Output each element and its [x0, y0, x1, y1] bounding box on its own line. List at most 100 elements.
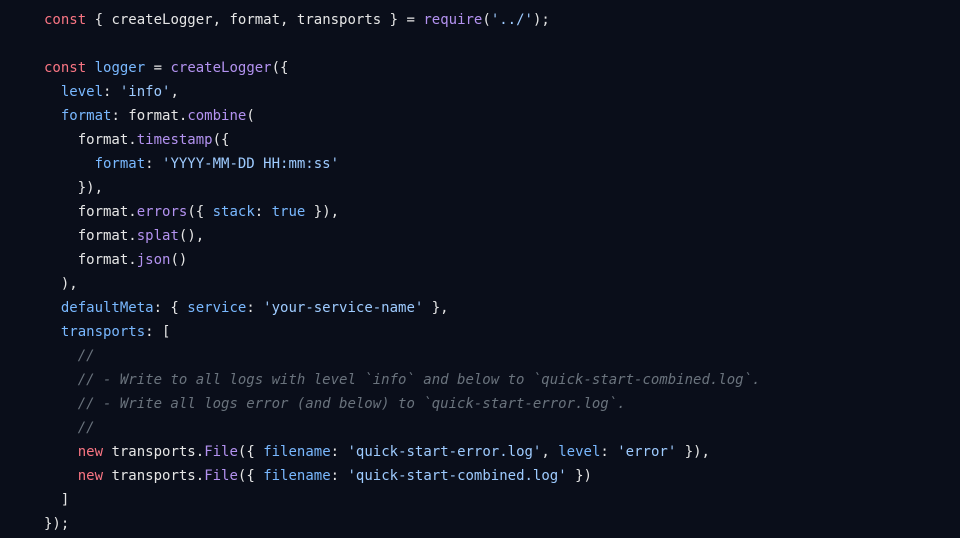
- string: 'info': [120, 84, 171, 100]
- punct: ({: [213, 132, 230, 148]
- punct: (),: [179, 228, 204, 244]
- key-service: service: [187, 300, 246, 316]
- punct: (): [170, 252, 187, 268]
- punct: .: [128, 132, 136, 148]
- fn-timestamp: timestamp: [137, 132, 213, 148]
- punct: ]: [61, 492, 69, 508]
- punct: (: [246, 108, 254, 124]
- key-filename: filename: [263, 444, 330, 460]
- string: 'quick-start-error.log': [348, 444, 542, 460]
- punct: } =: [381, 12, 423, 28]
- punct: ,: [213, 12, 230, 28]
- space: [86, 60, 94, 76]
- indent: [44, 252, 78, 268]
- punct: .: [128, 228, 136, 244]
- punct: {: [86, 12, 111, 28]
- key-level: level: [61, 84, 103, 100]
- punct: :: [103, 84, 120, 100]
- punct: : {: [154, 300, 188, 316]
- indent: [44, 444, 78, 460]
- punct: :: [111, 108, 128, 124]
- keyword-new: new: [78, 468, 103, 484]
- punct: =: [145, 60, 170, 76]
- ident: format: [78, 204, 129, 220]
- string: 'YYYY-MM-DD HH:mm:ss': [162, 156, 339, 172]
- comment: //: [78, 420, 95, 436]
- indent: [44, 348, 78, 364]
- punct: ,: [280, 12, 297, 28]
- indent: [44, 276, 61, 292]
- ident: format: [78, 252, 129, 268]
- indent: [44, 324, 61, 340]
- keyword-const: const: [44, 60, 86, 76]
- fn-require: require: [423, 12, 482, 28]
- string: 'quick-start-combined.log': [348, 468, 567, 484]
- ident-logger: logger: [95, 60, 146, 76]
- punct: : [: [145, 324, 170, 340]
- punct: });: [44, 516, 69, 532]
- fn-json: json: [137, 252, 171, 268]
- ident: transports: [297, 12, 381, 28]
- ident: format: [78, 228, 129, 244]
- indent: [44, 492, 61, 508]
- punct: },: [423, 300, 448, 316]
- punct: :: [145, 156, 162, 172]
- indent: [44, 156, 95, 172]
- ident: format: [78, 132, 129, 148]
- key-stack: stack: [213, 204, 255, 220]
- ident: transports: [111, 444, 195, 460]
- punct: ,: [541, 444, 558, 460]
- ident: createLogger: [111, 12, 212, 28]
- key-level: level: [558, 444, 600, 460]
- punct: ),: [61, 276, 78, 292]
- punct: }),: [78, 180, 103, 196]
- punct: }): [567, 468, 592, 484]
- punct: :: [331, 468, 348, 484]
- fn-combine: combine: [187, 108, 246, 124]
- fn-splat: splat: [137, 228, 179, 244]
- punct: ({: [272, 60, 289, 76]
- indent: [44, 180, 78, 196]
- punct: }),: [676, 444, 710, 460]
- indent: [44, 84, 61, 100]
- ident: format: [128, 108, 179, 124]
- key-format: format: [61, 108, 112, 124]
- fn-File: File: [204, 468, 238, 484]
- punct: ({: [238, 444, 263, 460]
- fn-createLogger: createLogger: [170, 60, 271, 76]
- comment: //: [78, 348, 95, 364]
- comment: // - Write to all logs with level `info`…: [78, 372, 761, 388]
- indent: [44, 108, 61, 124]
- indent: [44, 420, 78, 436]
- punct: }),: [305, 204, 339, 220]
- indent: [44, 300, 61, 316]
- punct: ,: [170, 84, 178, 100]
- keyword-new: new: [78, 444, 103, 460]
- punct: :: [600, 444, 617, 460]
- ident: format: [229, 12, 280, 28]
- string: 'your-service-name': [263, 300, 423, 316]
- punct: :: [255, 204, 272, 220]
- keyword-const: const: [44, 12, 86, 28]
- punct: .: [128, 252, 136, 268]
- ident: transports: [111, 468, 195, 484]
- punct: ({: [187, 204, 212, 220]
- code-block: const { createLogger, format, transports…: [0, 0, 960, 536]
- key-defaultMeta: defaultMeta: [61, 300, 154, 316]
- punct: :: [331, 444, 348, 460]
- punct: (: [482, 12, 490, 28]
- punct: .: [196, 444, 204, 460]
- string: 'error': [617, 444, 676, 460]
- fn-errors: errors: [137, 204, 188, 220]
- indent: [44, 372, 78, 388]
- punct: ({: [238, 468, 263, 484]
- punct: .: [196, 468, 204, 484]
- key-format: format: [95, 156, 146, 172]
- indent: [44, 396, 78, 412]
- indent: [44, 204, 78, 220]
- punct: .: [128, 204, 136, 220]
- comment: // - Write all logs error (and below) to…: [78, 396, 626, 412]
- bool-true: true: [272, 204, 306, 220]
- indent: [44, 132, 78, 148]
- punct: :: [246, 300, 263, 316]
